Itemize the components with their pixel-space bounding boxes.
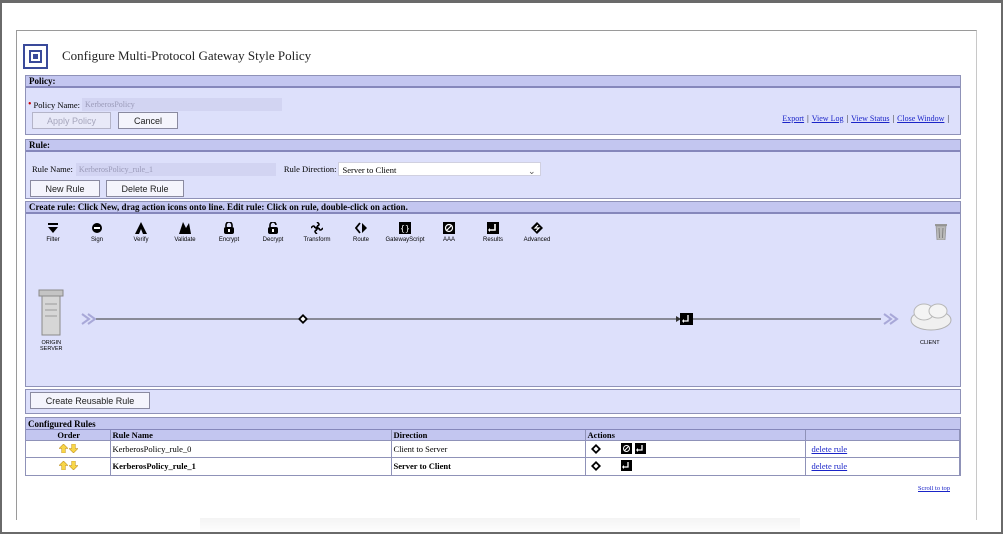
rule-panel: Rule: Rule Name: KerberosPolicy_rule_1 R… (25, 139, 961, 199)
reusable-rule-panel: Create Reusable Rule (25, 389, 961, 414)
page-title: Configure Multi-Protocol Gateway Style P… (62, 48, 312, 63)
client-cloud-icon (910, 303, 952, 331)
rule-actions-icons (590, 443, 646, 455)
server-icon (38, 289, 64, 336)
rule-name-input[interactable]: KerberosPolicy_rule_1 (75, 162, 276, 176)
results-icon (620, 460, 632, 472)
table-header-row: Order Rule Name Direction Actions (26, 430, 960, 441)
order-cell (26, 457, 111, 475)
direction-column-header: Direction (391, 430, 586, 441)
rule-name-cell: KerberosPolicy_rule_0 (110, 440, 392, 458)
order-column-header: Order (26, 430, 111, 441)
new-rule-button[interactable]: New Rule (30, 180, 100, 197)
direction-cell: Client to Server (391, 440, 586, 458)
route-icon (590, 461, 601, 472)
origin-double-chevron-icon (81, 313, 97, 325)
results-icon (634, 443, 646, 455)
rule-direction-label: Rule Direction: (283, 164, 337, 174)
delete-rule-link[interactable]: delete rule (812, 461, 848, 471)
policy-panel: Policy: • Policy Name: KerberosPolicy Ap… (25, 75, 961, 135)
direction-cell: Server to Client (391, 457, 586, 475)
rule-direction-value: Server to Client (342, 165, 397, 175)
scroll-to-top-link[interactable]: Scroll to top (918, 486, 950, 492)
view-status-link[interactable]: View Status (851, 114, 889, 123)
policy-app-icon (23, 43, 48, 69)
close-window-link[interactable]: Close Window (897, 114, 944, 123)
view-log-link[interactable]: View Log (812, 114, 844, 123)
delete-rule-link[interactable]: delete rule (812, 444, 848, 454)
actions-cell (585, 440, 806, 458)
table-row[interactable]: KerberosPolicy_rule_1 Server to Client d… (26, 457, 960, 475)
actions-column-header: Actions (585, 430, 806, 441)
configured-rules-table: Configured Rules Order Rule Name Directi… (25, 417, 961, 476)
rule-editor-panel: Create rule: Click New, drag action icon… (25, 201, 961, 387)
delete-cell: delete rule (805, 457, 960, 475)
window-shadow (200, 518, 800, 532)
title-bar: Configure Multi-Protocol Gateway Style P… (23, 41, 311, 71)
actions-cell (585, 457, 806, 475)
apply-policy-button[interactable]: Apply Policy (32, 112, 111, 129)
policy-name-input[interactable]: KerberosPolicy (82, 98, 283, 111)
client-label: CLIENT (920, 340, 940, 346)
aaa-icon (620, 443, 632, 455)
rule-direction-select[interactable]: Server to Client ⌄ (338, 162, 542, 176)
required-marker: • (28, 99, 32, 110)
move-up-arrow-icon[interactable] (59, 443, 69, 453)
rule-processing-line (38, 289, 952, 336)
route-action-node-icon[interactable] (298, 314, 308, 324)
policy-name-label: Policy Name: (33, 99, 81, 110)
client-double-chevron-icon (883, 313, 899, 325)
delete-cell: delete rule (805, 440, 960, 458)
rule-name-column-header: Rule Name (110, 430, 392, 441)
move-up-arrow-icon[interactable] (59, 460, 69, 470)
delete-rule-button[interactable]: Delete Rule (106, 180, 184, 197)
rule-name-row: Rule Name: KerberosPolicy_rule_1 Rule Di… (32, 162, 542, 176)
policy-header: Policy: (26, 76, 960, 88)
rule-name-cell: KerberosPolicy_rule_1 (110, 457, 392, 475)
cancel-button[interactable]: Cancel (118, 112, 178, 129)
configured-rules-header: Configured Rules (26, 418, 960, 430)
move-down-arrow-icon[interactable] (69, 443, 79, 453)
create-reusable-rule-button[interactable]: Create Reusable Rule (30, 392, 150, 409)
table-row[interactable]: KerberosPolicy_rule_0 Client to Server d… (26, 440, 960, 458)
results-action-node-icon[interactable] (680, 313, 693, 325)
origin-server-label: ORIGIN SERVER (40, 340, 63, 352)
order-cell (26, 440, 111, 458)
move-down-arrow-icon[interactable] (69, 460, 79, 470)
window-links: Export | View Log | View Status | Close Window… (782, 114, 949, 123)
delete-column-header (805, 430, 960, 441)
policy-page: Configure Multi-Protocol Gateway Style P… (16, 30, 977, 520)
rule-actions-icons (590, 460, 632, 472)
chevron-down-icon: ⌄ (527, 166, 536, 176)
rule-name-label: Rule Name: (32, 164, 73, 174)
rule-header: Rule: (26, 140, 960, 152)
policy-name-row: • Policy Name: KerberosPolicy (28, 98, 283, 111)
route-icon (590, 444, 601, 455)
export-link[interactable]: Export (782, 114, 804, 123)
